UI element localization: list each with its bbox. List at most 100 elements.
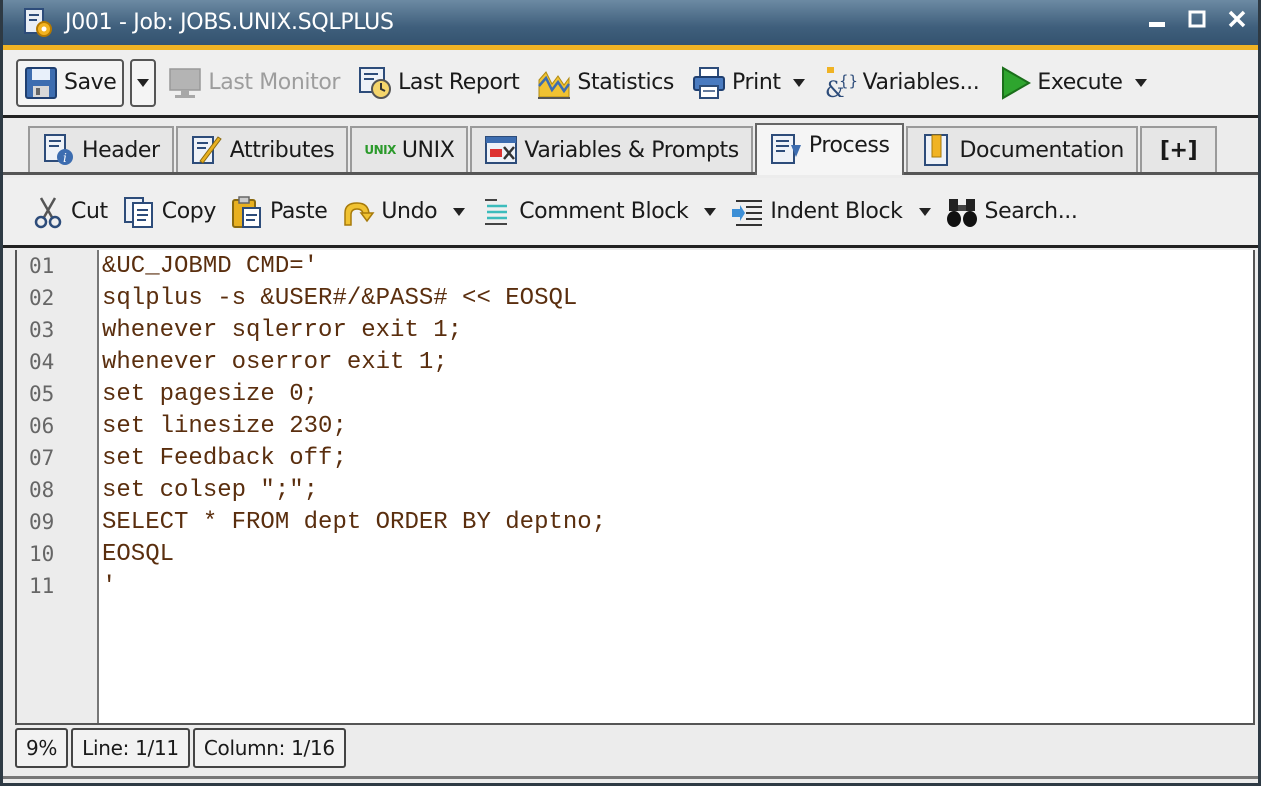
indent-block-icon: [730, 195, 764, 229]
save-button[interactable]: Save: [16, 58, 125, 107]
status-bar: 9% Line: 1/11 Column: 1/16: [15, 728, 346, 770]
undo-dropdown-icon[interactable]: [453, 207, 466, 216]
add-tab-icon: [+]: [1159, 137, 1198, 163]
code-line[interactable]: set linesize 230;: [102, 412, 1253, 444]
line-number: 08: [29, 478, 55, 502]
play-icon: [997, 65, 1032, 100]
chevron-down-icon: [1134, 78, 1147, 87]
print-label: Print: [732, 70, 781, 95]
code-line[interactable]: whenever sqlerror exit 1;: [102, 316, 1253, 348]
tab-add[interactable]: [+]: [1139, 126, 1218, 172]
line-number: 07: [29, 446, 55, 470]
search-label: Search...: [984, 199, 1078, 224]
attributes-pencil-icon: [190, 133, 224, 167]
execute-button[interactable]: Execute: [991, 59, 1128, 107]
copy-button[interactable]: Copy: [122, 195, 216, 229]
code-line[interactable]: EOSQL: [102, 540, 1253, 572]
job-editor-window: J001 - Job: JOBS.UNIX.SQLPLUS Save Last …: [0, 0, 1261, 786]
editor-toolbar: Cut Copy Paste Undo Comment Block Indent…: [3, 178, 1258, 248]
tab-process[interactable]: Process: [754, 123, 904, 175]
code-line[interactable]: SELECT * FROM dept ORDER BY deptno;: [102, 508, 1253, 540]
search-button[interactable]: Search...: [945, 195, 1078, 229]
minimize-button[interactable]: [1146, 8, 1168, 30]
tab-variables-prompts[interactable]: Variables & Prompts: [470, 126, 753, 172]
last-monitor-button[interactable]: Last Monitor: [162, 59, 346, 107]
copy-label: Copy: [161, 199, 217, 224]
monitor-icon: [168, 66, 202, 100]
comment-block-button[interactable]: Comment Block: [479, 195, 717, 229]
header-info-icon: i: [42, 133, 76, 167]
job-gear-icon: [23, 7, 53, 38]
code-line[interactable]: set colsep ";";: [102, 476, 1253, 508]
save-dropdown-button[interactable]: [130, 58, 157, 107]
statistics-label: Statistics: [577, 70, 674, 95]
binoculars-icon: [945, 195, 979, 229]
last-monitor-label: Last Monitor: [208, 70, 341, 95]
code-editor[interactable]: 01 02 03 04 05 06 07 08 09 10 11 &UC_JOB…: [15, 250, 1255, 725]
title-bar[interactable]: J001 - Job: JOBS.UNIX.SQLPLUS: [3, 0, 1258, 45]
maximize-icon: [1188, 10, 1206, 28]
line-number: 06: [29, 414, 55, 438]
unix-logo-icon: UNIX: [364, 143, 396, 157]
tab-documentation-label: Documentation: [959, 137, 1125, 163]
svg-text:i: i: [63, 151, 67, 165]
save-label: Save: [64, 70, 117, 95]
svg-text:{}: {}: [839, 72, 857, 90]
printer-icon: [692, 66, 726, 100]
tab-documentation[interactable]: Documentation: [905, 126, 1138, 172]
tab-process-label: Process: [808, 133, 890, 158]
tab-unix-label: UNIX: [401, 137, 455, 163]
cut-button[interactable]: Cut: [31, 195, 108, 229]
code-line[interactable]: ': [102, 572, 1253, 604]
code-line[interactable]: sqlplus -s &USER#/&PASS# << EOSQL: [102, 284, 1253, 316]
maximize-button[interactable]: [1186, 8, 1208, 30]
main-toolbar: Save Last Monitor Last Report Statistics…: [3, 50, 1258, 118]
comment-block-dropdown-icon[interactable]: [704, 207, 717, 216]
execute-dropdown-button[interactable]: [1129, 59, 1153, 107]
code-line[interactable]: set Feedback off;: [102, 444, 1253, 476]
code-line[interactable]: whenever oserror exit 1;: [102, 348, 1253, 380]
line-number: 05: [29, 382, 55, 406]
line-number: 03: [29, 318, 55, 342]
process-icon: [769, 133, 803, 167]
statistics-button[interactable]: Statistics: [531, 59, 680, 107]
undo-arrow-icon: [341, 195, 375, 229]
window-bottom-border: [3, 776, 1258, 779]
window-title: J001 - Job: JOBS.UNIX.SQLPLUS: [65, 10, 394, 35]
execute-label: Execute: [1037, 70, 1123, 95]
paste-button[interactable]: Paste: [230, 195, 328, 229]
code-line[interactable]: &UC_JOBMD CMD=': [102, 252, 1253, 284]
chevron-down-icon: [792, 78, 805, 87]
tab-attributes-label: Attributes: [229, 137, 335, 163]
indent-block-button[interactable]: Indent Block: [730, 195, 931, 229]
report-clock-icon: [358, 66, 392, 100]
copy-icon: [122, 195, 156, 229]
variables-ampersand-icon: & {}: [823, 66, 858, 103]
column-position-status: Column: 1/16: [192, 728, 346, 768]
close-button[interactable]: [1226, 8, 1248, 30]
variables-label: Variables...: [862, 70, 980, 95]
undo-button[interactable]: Undo: [341, 195, 466, 229]
code-text-area[interactable]: &UC_JOBMD CMD=' sqlplus -s &USER#/&PASS#…: [99, 250, 1253, 723]
indent-block-label: Indent Block: [770, 199, 903, 224]
tab-attributes[interactable]: Attributes: [175, 126, 349, 172]
last-report-button[interactable]: Last Report: [352, 59, 525, 107]
variables-button[interactable]: & {} Variables...: [817, 59, 986, 107]
print-dropdown-button[interactable]: [787, 59, 811, 107]
code-line[interactable]: set pagesize 0;: [102, 380, 1253, 412]
tab-unix[interactable]: UNIX UNIX: [350, 126, 469, 172]
scroll-percent-status: 9%: [15, 728, 69, 768]
comment-block-label: Comment Block: [519, 199, 689, 224]
close-icon: [1228, 10, 1246, 28]
line-number: 04: [29, 350, 55, 374]
undo-label: Undo: [381, 199, 438, 224]
tab-header[interactable]: i Header: [28, 126, 174, 172]
print-button[interactable]: Print: [686, 59, 787, 107]
scissors-icon: [31, 195, 65, 229]
line-number-gutter: 01 02 03 04 05 06 07 08 09 10 11: [17, 250, 99, 723]
indent-block-dropdown-icon[interactable]: [918, 207, 931, 216]
line-number: 10: [29, 542, 55, 566]
minimize-icon: [1149, 22, 1165, 27]
documentation-icon: [920, 133, 954, 167]
tab-variables-prompts-label: Variables & Prompts: [524, 137, 739, 163]
